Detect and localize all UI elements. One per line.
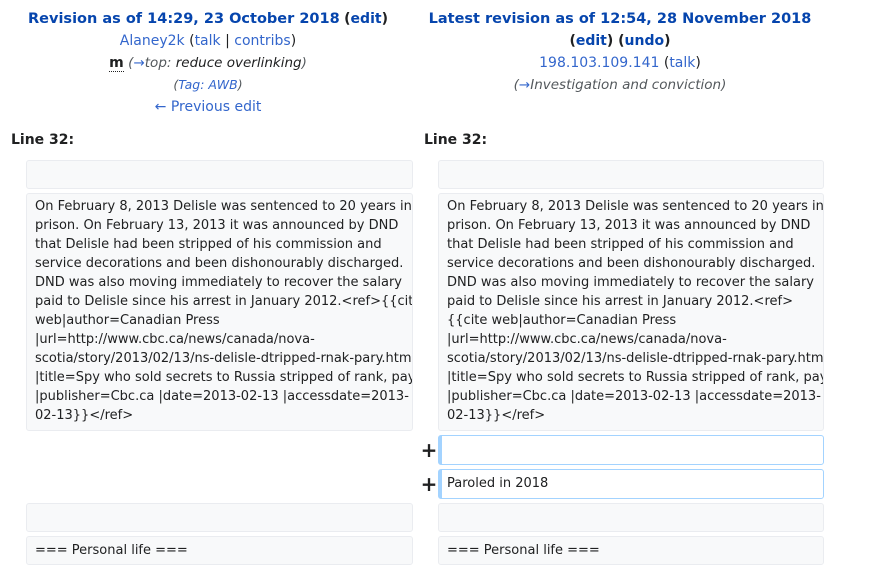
left-paragraph-line: paid to Delisle since his arrest in Janu… xyxy=(35,294,413,309)
left-contribs-link[interactable]: contribs xyxy=(234,33,290,49)
left-comment-text: reduce overlinking xyxy=(175,55,302,71)
right-talk-link[interactable]: talk xyxy=(669,55,695,71)
added-line-marker: + xyxy=(420,438,438,462)
right-paragraph-line: {{cite web|author=Canadian Press xyxy=(447,313,677,328)
left-tag: (Tag: AWB) xyxy=(173,77,243,92)
left-paragraph-line: |title=Spy who sold secrets to Russia st… xyxy=(35,370,413,385)
left-paragraph-line: |url=http://www.cbc.ca/news/canada/nova- xyxy=(35,332,315,347)
right-context-empty-line xyxy=(438,160,824,189)
right-paragraph-line: |publisher=Cbc.ca |date=2013-02-13 |acce… xyxy=(447,389,821,404)
right-user-link[interactable]: 198.103.109.141 xyxy=(539,55,659,71)
left-personal-life-heading: === Personal life === xyxy=(26,536,413,565)
left-section-name: top: xyxy=(144,55,172,71)
right-user-tools: (talk) xyxy=(663,55,701,71)
left-edit-summary: (→top: reduce overlinking) xyxy=(128,55,307,71)
left-talk-link[interactable]: talk xyxy=(195,33,221,49)
left-context-empty-line xyxy=(26,160,413,189)
left-paragraph-line: |publisher=Cbc.ca |date=2013-02-13 |acce… xyxy=(35,389,409,404)
right-section-arrow-link[interactable]: → xyxy=(519,77,530,93)
tag-label-link[interactable]: Tag: xyxy=(178,77,204,92)
left-section-arrow-link[interactable]: → xyxy=(133,55,144,71)
right-paragraph-line: 02-13}}</ref> xyxy=(447,408,546,423)
right-edit-wrapper: (edit) (undo) xyxy=(569,33,671,49)
right-context-empty-line-2 xyxy=(438,503,824,532)
tag-value-link[interactable]: AWB xyxy=(208,77,237,92)
right-paragraph-line: paid to Delisle since his arrest in Janu… xyxy=(447,294,793,309)
right-section-name: Investigation and conviction xyxy=(530,77,722,93)
right-paragraph-line: service decorations and been dishonourab… xyxy=(447,256,816,271)
right-edit-link[interactable]: edit xyxy=(576,33,607,49)
right-paragraph-line: prison. On February 13, 2013 it was anno… xyxy=(447,218,811,233)
right-paragraph-line: |url=http://www.cbc.ca/news/canada/nova- xyxy=(447,332,727,347)
right-paragraph-line: scotia/story/2013/02/13/ns-delisle-dtrip… xyxy=(447,351,824,366)
left-paragraph-line: scotia/story/2013/02/13/ns-delisle-dtrip… xyxy=(35,351,413,366)
right-paragraph-line: |title=Spy who sold secrets to Russia st… xyxy=(447,370,824,385)
right-undo-link[interactable]: undo xyxy=(625,33,665,49)
left-user-link[interactable]: Alaney2k xyxy=(120,33,185,49)
left-paragraph-line: 02-13}}</ref> xyxy=(35,408,134,423)
right-context-paragraph: On February 8, 2013 Delisle was sentence… xyxy=(438,193,824,431)
right-personal-life-heading: === Personal life === xyxy=(438,536,824,565)
added-empty-line xyxy=(438,435,824,465)
left-edit-link[interactable]: edit xyxy=(351,11,382,27)
left-paragraph-line: web|author=Canadian Press xyxy=(35,313,220,328)
left-context-paragraph: On February 8, 2013 Delisle was sentence… xyxy=(26,193,413,431)
left-paragraph-line: On February 8, 2013 Delisle was sentence… xyxy=(35,199,412,214)
left-line-number: Line 32: xyxy=(11,132,75,148)
right-paragraph-line: DND was also moving immediately to recov… xyxy=(447,275,814,290)
left-paragraph-line: service decorations and been dishonourab… xyxy=(35,256,404,271)
right-revision-header: Latest revision as of 12:54, 28 November… xyxy=(420,8,820,96)
right-line-number: Line 32: xyxy=(424,132,488,148)
right-edit-summary: (→Investigation and conviction) xyxy=(513,77,727,93)
left-paragraph-line: that Delisle had been stripped of his co… xyxy=(35,237,382,252)
minor-edit-flag: m xyxy=(109,55,124,72)
added-line-marker: + xyxy=(420,472,438,496)
left-revision-title-link[interactable]: Revision as of 14:29, 23 October 2018 xyxy=(28,11,340,27)
left-paragraph-line: prison. On February 13, 2013 it was anno… xyxy=(35,218,399,233)
right-paragraph-line: On February 8, 2013 Delisle was sentence… xyxy=(447,199,824,214)
left-user-tools: (talk | contribs) xyxy=(189,33,297,49)
right-revision-title-link[interactable]: Latest revision as of 12:54, 28 November… xyxy=(429,11,812,27)
left-revision-header: Revision as of 14:29, 23 October 2018 (e… xyxy=(8,8,408,118)
added-paroled-line: Paroled in 2018 xyxy=(438,469,824,499)
left-context-empty-line-2 xyxy=(26,503,413,532)
previous-edit-link[interactable]: ← Previous edit xyxy=(155,99,262,115)
left-paragraph-line: DND was also moving immediately to recov… xyxy=(35,275,402,290)
left-edit-wrapper: (edit) xyxy=(344,11,388,27)
right-paragraph-line: that Delisle had been stripped of his co… xyxy=(447,237,794,252)
